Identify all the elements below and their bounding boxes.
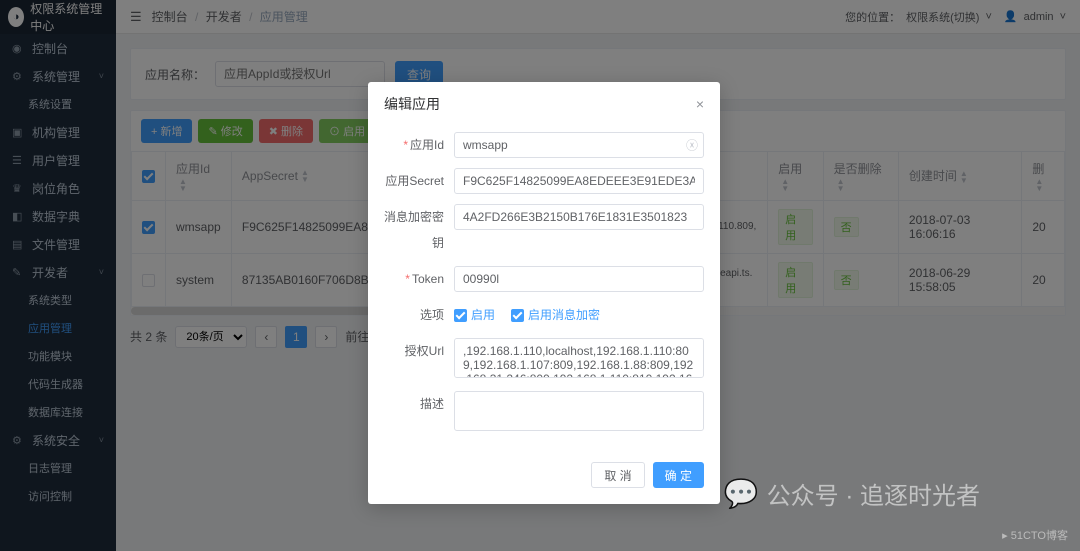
enckey-label: 消息加密密钥: [384, 210, 444, 250]
appid-input[interactable]: [454, 132, 704, 158]
cancel-button[interactable]: 取 消: [591, 462, 644, 488]
authurl-textarea[interactable]: ,192.168.1.110,localhost,192.168.1.110:8…: [454, 338, 704, 378]
appid-label: 应用Id: [410, 138, 444, 152]
secret-label: 应用Secret: [385, 174, 444, 188]
desc-textarea[interactable]: [454, 391, 704, 431]
ok-button[interactable]: 确 定: [653, 462, 704, 488]
close-icon[interactable]: ×: [696, 96, 704, 112]
modal-title: 编辑应用: [384, 94, 440, 114]
opts-label: 选项: [420, 308, 444, 322]
secret-input[interactable]: [454, 168, 704, 194]
edit-app-modal: 编辑应用 × *应用Id ⓧ 应用Secret 消息加密密钥 *Token 选项…: [368, 82, 720, 504]
encrypt-checkbox[interactable]: 启用消息加密: [511, 302, 600, 328]
clear-icon[interactable]: ⓧ: [686, 137, 698, 154]
enable-checkbox[interactable]: 启用: [454, 302, 495, 328]
enckey-input[interactable]: [454, 204, 704, 230]
footer-watermark: ▸ 51CTO博客: [1002, 527, 1068, 543]
wechat-icon: 💬: [724, 477, 759, 510]
wechat-watermark: 💬 公众号 · 追逐时光者: [724, 476, 980, 511]
desc-label: 描述: [420, 397, 444, 411]
token-input[interactable]: [454, 266, 704, 292]
authurl-label: 授权Url: [405, 344, 444, 358]
token-label: Token: [412, 272, 444, 286]
